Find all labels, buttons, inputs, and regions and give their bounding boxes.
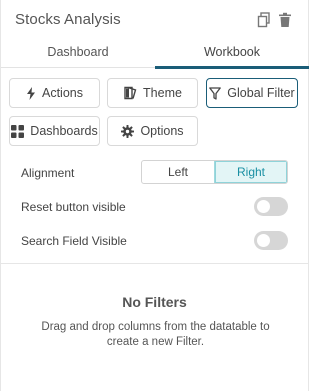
page-title: Stocks Analysis [15,11,121,28]
reset-button-visible-label: Reset button visible [21,200,126,214]
trash-icon[interactable] [278,12,292,28]
theme-button[interactable]: Theme [107,78,198,108]
alignment-segmented-control: Left Right [141,160,288,184]
theme-label: Theme [143,86,182,100]
empty-state-title: No Filters [122,294,187,310]
copy-icon[interactable] [257,12,271,28]
reset-button-visible-toggle[interactable] [254,197,288,216]
empty-state-description: Drag and drop columns from the datatable… [41,321,270,348]
tab-dashboard[interactable]: Dashboard [1,38,155,68]
lightning-icon [27,86,35,100]
workbook-panel: Stocks Analysis Dashboard Workbook Actio… [0,0,309,391]
actions-label: Actions [42,86,83,100]
tab-workbook[interactable]: Workbook [155,38,309,69]
global-filter-label: Global Filter [227,86,295,100]
options-button[interactable]: Options [107,116,198,146]
dashboards-button[interactable]: Dashboards [9,116,100,146]
alignment-right-option[interactable]: Right [214,161,287,183]
tab-bar: Dashboard Workbook [1,38,309,69]
section-divider [1,263,308,264]
search-field-visible-label: Search Field Visible [21,234,127,248]
actions-button[interactable]: Actions [9,78,100,108]
filter-icon [209,86,222,100]
search-field-visible-toggle[interactable] [254,231,288,250]
global-filter-button[interactable]: Global Filter [206,78,298,108]
grid-icon [11,124,25,138]
alignment-left-option[interactable]: Left [142,161,214,183]
options-label: Options [140,124,184,138]
theme-icon [124,86,137,100]
dashboards-label: Dashboards [30,124,98,138]
panel-header: Stocks Analysis [1,0,308,38]
gear-icon [121,124,135,138]
alignment-label: Alignment [21,166,75,180]
